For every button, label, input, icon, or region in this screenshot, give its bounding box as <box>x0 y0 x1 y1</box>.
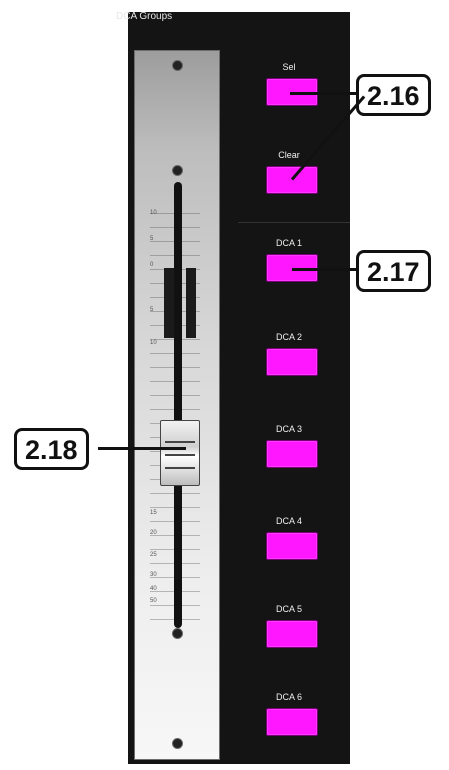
divider <box>238 222 350 223</box>
dca6-button-label: DCA 6 <box>275 692 302 702</box>
scale-label: 30 <box>150 572 157 578</box>
dca2-button[interactable] <box>266 348 318 376</box>
fader-knob-line <box>165 441 195 443</box>
scale-label: 5 <box>150 236 154 242</box>
fader-knob-line <box>165 454 195 456</box>
callout-leader <box>290 92 356 95</box>
callout-2-17: 2.17 <box>356 250 431 292</box>
dca1-button-label: DCA 1 <box>275 238 302 248</box>
dca5-button-label: DCA 5 <box>275 604 302 614</box>
dca2-button-label: DCA 2 <box>275 332 302 342</box>
scale-label: 40 <box>150 586 157 592</box>
scale-label: 20 <box>150 530 157 536</box>
fader-knob-line <box>165 467 195 469</box>
scale-label: 10 <box>150 210 157 216</box>
scale-label: 5 <box>150 307 154 313</box>
scale-label: 50 <box>150 598 157 604</box>
level-meter-left <box>164 268 174 338</box>
sel-button-label: Sel <box>282 62 296 72</box>
panel-title: DCA Groups <box>116 11 173 22</box>
fader-track[interactable] <box>174 182 182 628</box>
dca3-button-label: DCA 3 <box>275 424 302 434</box>
dca4-button-label: DCA 4 <box>275 516 302 526</box>
callout-leader <box>98 447 186 450</box>
dca4-button[interactable] <box>266 532 318 560</box>
screw-icon <box>172 628 183 639</box>
scale-label: 0 <box>150 262 154 268</box>
callout-2-16: 2.16 <box>356 74 431 116</box>
screw-icon <box>172 165 183 176</box>
dca3-button[interactable] <box>266 440 318 468</box>
level-meter-right <box>186 268 196 338</box>
scale-label: 25 <box>150 552 157 558</box>
fader-knob[interactable] <box>160 420 200 486</box>
screw-icon <box>172 738 183 749</box>
scale-label: 10 <box>150 340 157 346</box>
scale-label: 15 <box>150 510 157 516</box>
callout-2-18: 2.18 <box>14 428 89 470</box>
dca5-button[interactable] <box>266 620 318 648</box>
callout-leader <box>292 268 356 271</box>
screw-icon <box>172 60 183 71</box>
dca6-button[interactable] <box>266 708 318 736</box>
